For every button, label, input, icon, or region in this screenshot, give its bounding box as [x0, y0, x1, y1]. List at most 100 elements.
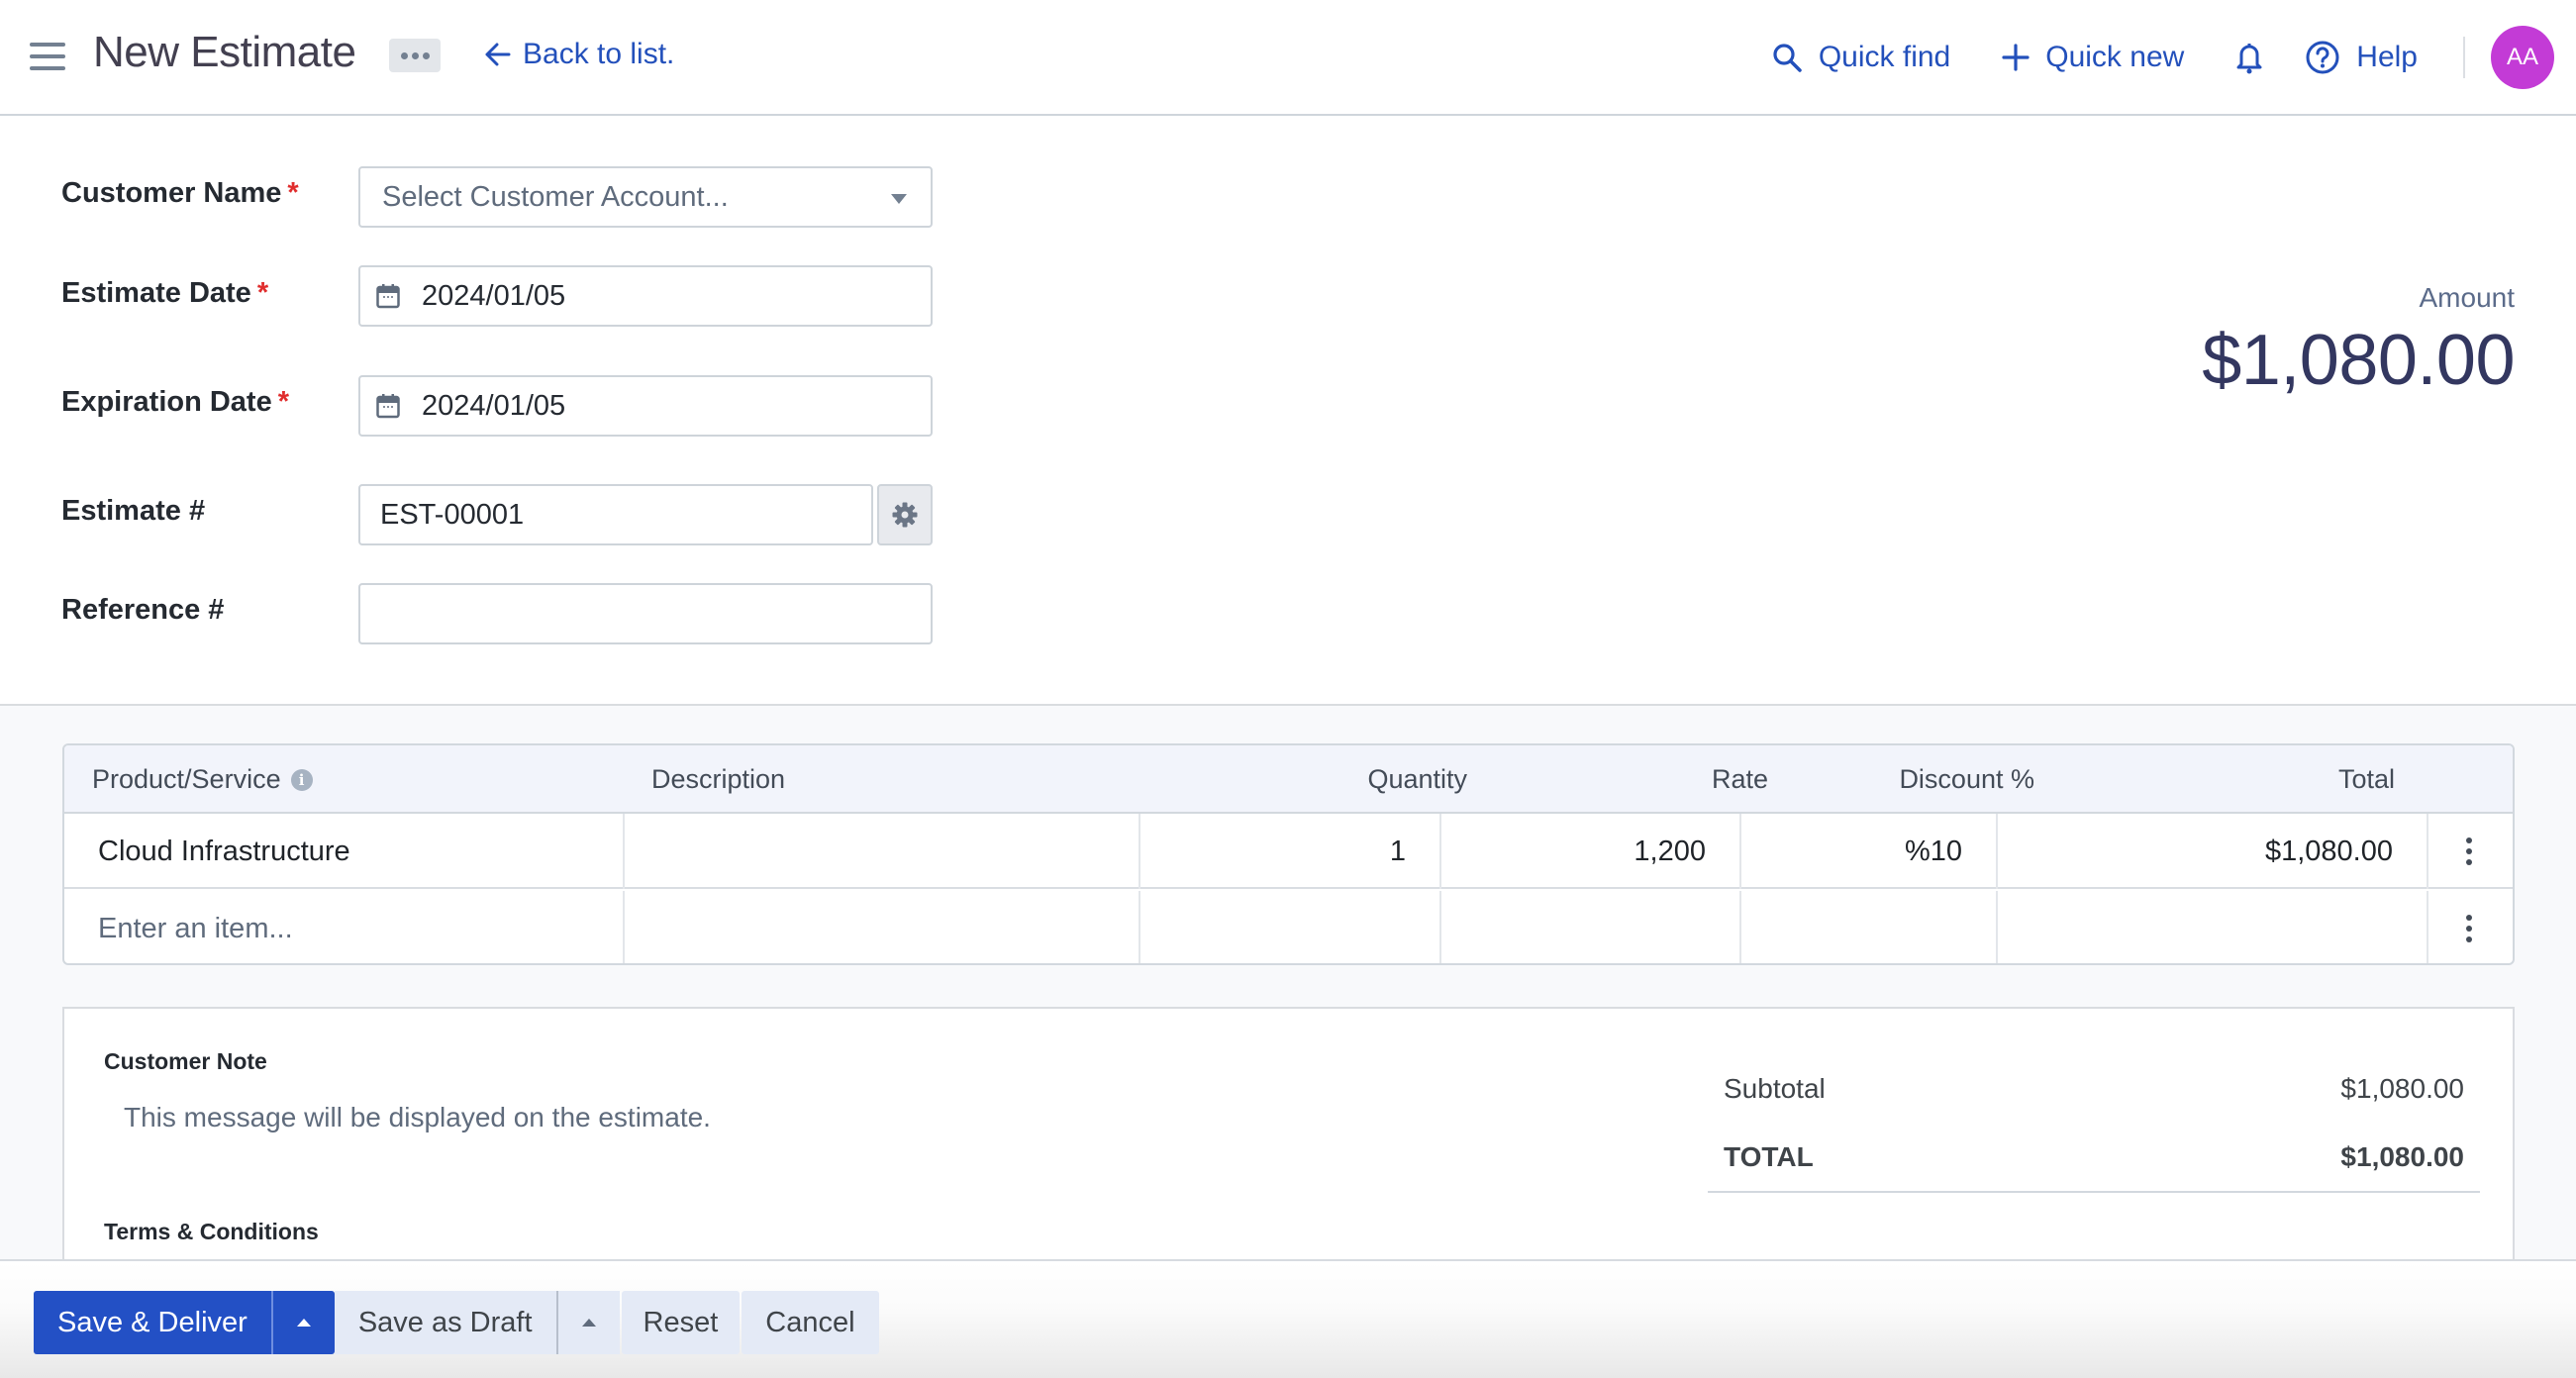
estimate-number-input[interactable]: EST-00001	[358, 484, 873, 545]
expiration-date-label-text: Expiration Date	[61, 386, 272, 418]
dot-icon	[2466, 936, 2472, 942]
dot-icon	[422, 51, 430, 59]
product-cell[interactable]: Cloud Infrastructure	[64, 814, 625, 889]
action-bar: Save & Deliver Save as Draft Reset Cance…	[0, 1259, 2576, 1378]
dot-icon	[2466, 837, 2472, 843]
estimate-date-label-text: Estimate Date	[61, 277, 251, 309]
customer-note-label: Customer Note	[104, 1048, 267, 1074]
quick-new-label: Quick new	[2045, 41, 2185, 73]
column-header-product-label: Product/Service	[92, 764, 281, 794]
rate-cell[interactable]	[1441, 891, 1741, 963]
total-label: TOTAL	[1724, 1141, 1814, 1172]
expiration-date-input[interactable]: 2024/01/05	[358, 375, 933, 437]
caret-up-icon	[581, 1319, 596, 1327]
plus-icon	[2002, 44, 2030, 71]
column-header-rate: Rate	[1711, 764, 1768, 794]
expiration-date-label: Expiration Date *	[61, 386, 289, 419]
row-actions-menu[interactable]	[2426, 891, 2513, 963]
dot-icon	[400, 51, 408, 59]
top-actions: Quick find Quick new Help AA	[1771, 0, 2576, 115]
search-icon	[1773, 44, 1802, 72]
totals-summary: Subtotal $1,080.00 TOTAL $1,080.00	[1708, 1054, 2480, 1193]
notifications-button[interactable]	[2235, 41, 2263, 74]
estimate-date-label: Estimate Date *	[61, 277, 268, 310]
more-options-button[interactable]	[389, 39, 441, 72]
menu-icon[interactable]	[30, 43, 65, 70]
save-deliver-button[interactable]: Save & Deliver	[34, 1291, 271, 1354]
save-deliver-options-button[interactable]	[270, 1291, 335, 1354]
back-to-list-link[interactable]: Back to list.	[485, 38, 674, 71]
help-label: Help	[2356, 41, 2418, 73]
column-header-discount: Discount %	[1899, 764, 2034, 794]
table-row: Cloud Infrastructure 1 1,200 %10 $1,080.…	[64, 814, 2513, 889]
reference-number-label: Reference #	[61, 594, 225, 626]
divider	[2463, 37, 2465, 78]
table-row: Enter an item...	[64, 891, 2513, 963]
required-marker: *	[277, 386, 290, 418]
customer-name-label: Customer Name *	[61, 177, 299, 210]
customer-name-label-text: Customer Name	[61, 177, 282, 209]
quick-find-button[interactable]: Quick find	[1771, 41, 1950, 74]
terms-conditions-label: Terms & Conditions	[104, 1219, 319, 1244]
save-draft-options-button[interactable]	[555, 1291, 620, 1354]
quick-find-label: Quick find	[1818, 41, 1951, 73]
column-header-quantity: Quantity	[1367, 764, 1467, 794]
total-cell	[1998, 891, 2428, 963]
description-cell[interactable]	[625, 814, 1140, 889]
dot-icon	[2466, 926, 2472, 932]
total-row: TOTAL $1,080.00	[1708, 1124, 2480, 1193]
arrow-left-icon	[485, 43, 511, 66]
quantity-cell[interactable]	[1140, 891, 1441, 963]
line-items-table: Product/Service i Description Quantity R…	[62, 743, 2515, 965]
help-button[interactable]: Help	[2305, 40, 2418, 75]
column-header-product: Product/Service i	[92, 745, 313, 814]
cancel-button[interactable]: Cancel	[742, 1291, 879, 1354]
reset-button[interactable]: Reset	[621, 1291, 741, 1354]
column-header-total: Total	[2337, 764, 2395, 794]
customer-note-input[interactable]: This message will be displayed on the es…	[124, 1102, 711, 1133]
back-to-list-label: Back to list.	[523, 38, 675, 70]
dot-icon	[2466, 859, 2472, 865]
rate-cell[interactable]: 1,200	[1441, 814, 1741, 889]
table-header: Product/Service i Description Quantity R…	[64, 745, 2513, 814]
discount-cell[interactable]: %10	[1741, 814, 1998, 889]
estimate-date-value: 2024/01/05	[422, 279, 566, 312]
required-marker: *	[256, 277, 269, 309]
action-buttons: Save & Deliver Save as Draft Reset Cance…	[34, 1291, 879, 1354]
subtotal-row: Subtotal $1,080.00	[1708, 1054, 2480, 1124]
amount-label: Amount	[2419, 282, 2516, 313]
subtotal-label: Subtotal	[1724, 1073, 1826, 1104]
customer-account-placeholder: Select Customer Account...	[382, 180, 729, 213]
quantity-cell[interactable]: 1	[1140, 814, 1441, 889]
customer-account-select[interactable]: Select Customer Account...	[358, 166, 933, 228]
discount-cell[interactable]	[1741, 891, 1998, 963]
estimate-number-settings-button[interactable]	[877, 484, 933, 545]
description-cell[interactable]	[625, 891, 1140, 963]
page-title: New Estimate	[93, 28, 356, 76]
reference-number-input[interactable]	[358, 583, 933, 644]
dot-icon	[2466, 915, 2472, 921]
required-marker: *	[287, 177, 299, 209]
chevron-down-icon	[891, 194, 907, 204]
calendar-icon	[376, 284, 400, 309]
dot-icon	[2466, 848, 2472, 854]
new-item-input[interactable]: Enter an item...	[64, 891, 625, 963]
row-actions-menu[interactable]	[2426, 814, 2513, 889]
info-icon[interactable]: i	[290, 768, 313, 791]
save-draft-button[interactable]: Save as Draft	[334, 1291, 556, 1354]
user-avatar[interactable]: AA	[2491, 26, 2554, 89]
total-cell: $1,080.00	[1998, 814, 2428, 889]
estimate-number-value: EST-00001	[380, 498, 525, 531]
estimate-date-input[interactable]: 2024/01/05	[358, 265, 933, 327]
estimate-form: Customer Name * Select Customer Account..…	[0, 116, 2576, 706]
quick-new-button[interactable]: Quick new	[2002, 41, 2184, 74]
subtotal-value: $1,080.00	[2340, 1073, 2464, 1104]
amount-value: $1,080.00	[2202, 321, 2515, 400]
expiration-date-value: 2024/01/05	[422, 389, 566, 422]
bell-icon	[2236, 44, 2262, 74]
total-value: $1,080.00	[2340, 1141, 2464, 1172]
dot-icon	[411, 51, 419, 59]
column-header-description: Description	[651, 764, 786, 794]
caret-up-icon	[296, 1319, 311, 1327]
help-circle-icon	[2306, 41, 2339, 74]
